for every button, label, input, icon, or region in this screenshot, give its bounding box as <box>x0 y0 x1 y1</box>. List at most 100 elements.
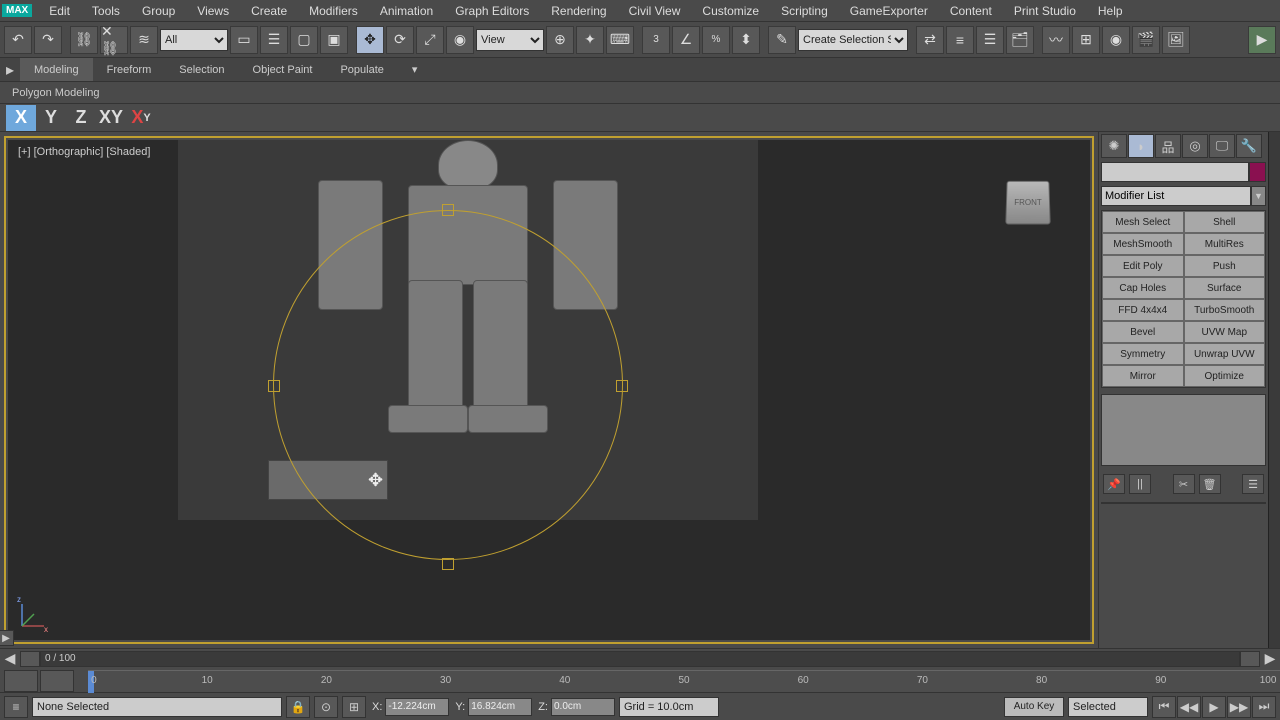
link-button[interactable]: ⛓ <box>70 26 98 54</box>
menu-gameexporter[interactable]: GameExporter <box>839 4 939 18</box>
timeline-prev[interactable]: ◀ <box>0 651 20 667</box>
menu-civilview[interactable]: Civil View <box>618 4 692 18</box>
redo-button[interactable]: ↷ <box>34 26 62 54</box>
viewport[interactable]: [+] [Orthographic] [Shaded] FRONT <box>4 136 1094 644</box>
tab-modeling[interactable]: Modeling <box>20 58 93 81</box>
menu-create[interactable]: Create <box>240 4 298 18</box>
menu-rendering[interactable]: Rendering <box>540 4 617 18</box>
create-tab-icon[interactable]: ✺ <box>1101 134 1127 158</box>
mirror-button[interactable]: ⇄ <box>916 26 944 54</box>
show-end-result-icon[interactable]: || <box>1129 474 1151 494</box>
z-value[interactable]: 0.0cm <box>551 698 615 716</box>
modifier-stack[interactable] <box>1101 394 1266 466</box>
mod-uvw-map[interactable]: UVW Map <box>1184 321 1266 343</box>
viewcube-face[interactable]: FRONT <box>1005 181 1050 225</box>
modifier-list-dropdown[interactable] <box>1101 186 1251 206</box>
timeline-next[interactable]: ▶ <box>1260 651 1280 667</box>
mod-unwrap[interactable]: Unwrap UVW <box>1184 343 1266 365</box>
object-color-swatch[interactable] <box>1249 162 1266 182</box>
menu-group[interactable]: Group <box>131 4 186 18</box>
axis-z[interactable]: Z <box>66 105 96 131</box>
gizmo-handle-left[interactable] <box>268 380 280 392</box>
lock-selection-icon[interactable]: 🔒 <box>286 696 310 718</box>
object-name-input[interactable] <box>1101 162 1249 182</box>
auto-key-button[interactable]: Auto Key <box>1004 697 1064 717</box>
mod-meshsmooth[interactable]: MeshSmooth <box>1102 233 1184 255</box>
selection-lock-toggle[interactable]: ⊞ <box>342 696 366 718</box>
utilities-tab-icon[interactable]: 🔧 <box>1236 134 1262 158</box>
pivot-button[interactable]: ⊕ <box>546 26 574 54</box>
mod-turbo[interactable]: TurboSmooth <box>1184 299 1266 321</box>
motion-tab-icon[interactable]: ◎ <box>1182 134 1208 158</box>
move-button[interactable]: ✥ <box>356 26 384 54</box>
make-unique-icon[interactable]: ✂ <box>1173 474 1195 494</box>
window-crossing-button[interactable]: ▣ <box>320 26 348 54</box>
mod-optimize[interactable]: Optimize <box>1184 365 1266 387</box>
menu-content[interactable]: Content <box>939 4 1003 18</box>
axis-xy[interactable]: XY <box>96 105 126 131</box>
ribbon-toggle[interactable]: ▸ <box>0 58 20 81</box>
axis-x[interactable]: X <box>6 105 36 131</box>
modify-tab-icon[interactable]: ◗ <box>1128 134 1154 158</box>
layers-button[interactable]: ☰ <box>976 26 1004 54</box>
scene-explorer-button[interactable]: 🗂 <box>1006 26 1034 54</box>
percent-snap-button[interactable]: % <box>702 26 730 54</box>
render-setup-button[interactable]: 🎬 <box>1132 26 1160 54</box>
mod-multires[interactable]: MultiRes <box>1184 233 1266 255</box>
viewport-inner[interactable]: [+] [Orthographic] [Shaded] FRONT <box>8 140 1090 640</box>
mod-mirror[interactable]: Mirror <box>1102 365 1184 387</box>
next-frame-icon[interactable]: ▶▶ <box>1227 696 1251 718</box>
tab-freeform[interactable]: Freeform <box>93 58 166 81</box>
menu-animation[interactable]: Animation <box>369 4 444 18</box>
menu-help[interactable]: Help <box>1087 4 1134 18</box>
placement-button[interactable]: ◉ <box>446 26 474 54</box>
mod-mesh-select[interactable]: Mesh Select <box>1102 211 1184 233</box>
gizmo-handle-right[interactable] <box>616 380 628 392</box>
unlink-button[interactable]: ✕⛓ <box>100 26 128 54</box>
maxscript-mini-listener-icon[interactable]: ≡ <box>4 696 28 718</box>
axis-y[interactable]: Y <box>36 105 66 131</box>
menu-customize[interactable]: Customize <box>691 4 770 18</box>
select-object-button[interactable]: ▭ <box>230 26 258 54</box>
render-button[interactable]: ▶ <box>1248 26 1276 54</box>
chevron-down-icon[interactable]: ▼ <box>1251 186 1266 206</box>
pin-stack-icon[interactable]: 📌 <box>1103 474 1125 494</box>
isolate-selection-icon[interactable]: ⊙ <box>314 696 338 718</box>
snap-toggle-3[interactable]: 3 <box>642 26 670 54</box>
menu-scripting[interactable]: Scripting <box>770 4 839 18</box>
spinner-snap-button[interactable]: ⬍ <box>732 26 760 54</box>
rendered-frame-button[interactable]: 🖼 <box>1162 26 1190 54</box>
tab-populate[interactable]: Populate <box>326 58 397 81</box>
x-value[interactable]: -12.224cm <box>385 698 449 716</box>
play-icon[interactable]: ▶ <box>1202 696 1226 718</box>
gizmo-handle-top[interactable] <box>442 204 454 216</box>
named-selection-set[interactable]: Create Selection Se <box>798 29 908 51</box>
menu-printstudio[interactable]: Print Studio <box>1003 4 1087 18</box>
menu-edit[interactable]: Edit <box>38 4 81 18</box>
angle-snap-button[interactable]: ∠ <box>672 26 700 54</box>
schematic-view-button[interactable]: ⊞ <box>1072 26 1100 54</box>
ribbon-panel-label[interactable]: Polygon Modeling <box>12 87 99 99</box>
viewcube[interactable]: FRONT <box>996 180 1060 244</box>
rotate-button[interactable]: ⟳ <box>386 26 414 54</box>
scale-button[interactable]: ⤢ <box>416 26 444 54</box>
menu-tools[interactable]: Tools <box>81 4 131 18</box>
prev-frame-icon[interactable]: ◀◀ <box>1177 696 1201 718</box>
mod-surface[interactable]: Surface <box>1184 277 1266 299</box>
keyboard-shortcut-button[interactable]: ⌨ <box>606 26 634 54</box>
axis-xy2[interactable]: XY <box>126 105 156 131</box>
bind-button[interactable]: ≋ <box>130 26 158 54</box>
timeline-end-cap[interactable] <box>1240 651 1260 667</box>
ref-coord-system[interactable]: View <box>476 29 544 51</box>
select-by-name-button[interactable]: ☰ <box>260 26 288 54</box>
mod-push[interactable]: Push <box>1184 255 1266 277</box>
tab-objectpaint[interactable]: Object Paint <box>239 58 327 81</box>
menu-grapheditors[interactable]: Graph Editors <box>444 4 540 18</box>
menu-views[interactable]: Views <box>186 4 240 18</box>
align-button[interactable]: ≡ <box>946 26 974 54</box>
time-config-icon[interactable] <box>4 670 38 692</box>
display-tab-icon[interactable]: 🖵 <box>1209 134 1235 158</box>
selection-filter[interactable]: All <box>160 29 228 51</box>
hierarchy-tab-icon[interactable]: 品 <box>1155 134 1181 158</box>
ruler-track[interactable]: 0 10 20 30 40 50 60 70 80 90 100 <box>88 670 1280 692</box>
